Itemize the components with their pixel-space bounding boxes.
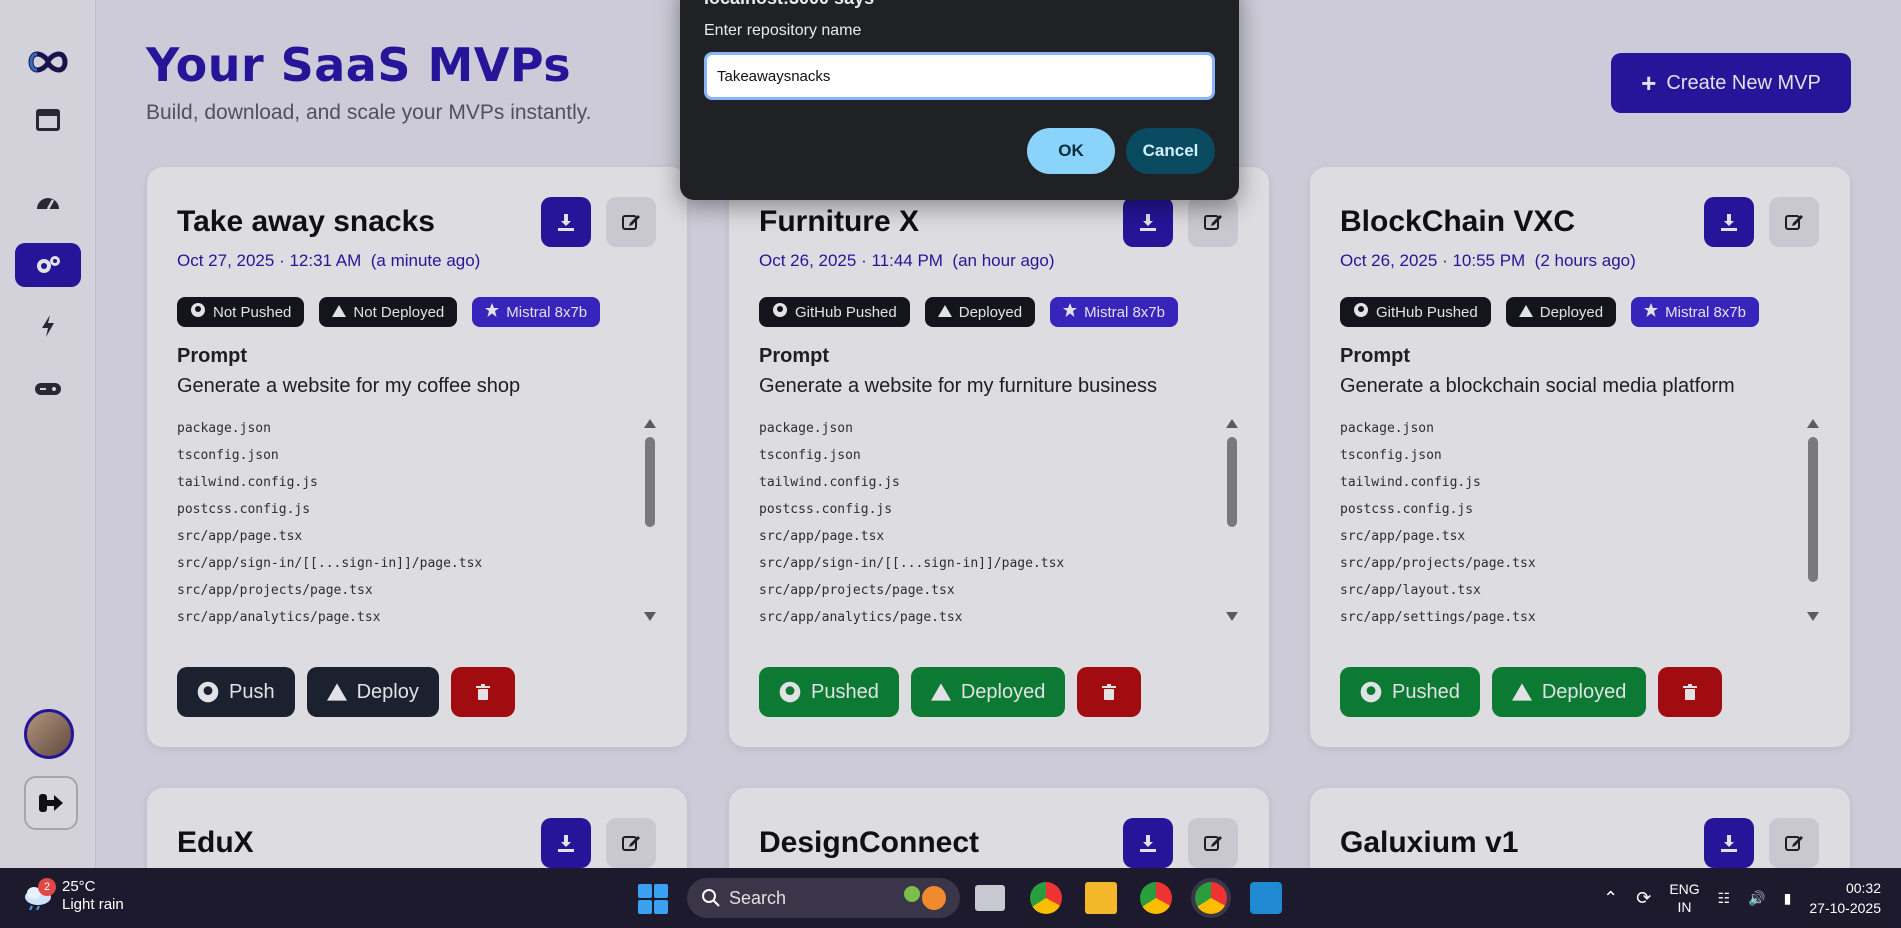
weather-badge: 2 xyxy=(38,878,56,896)
vscode-icon[interactable] xyxy=(1250,882,1282,914)
ok-button[interactable]: OK xyxy=(1027,128,1115,174)
chrome-profile-icon[interactable] xyxy=(1140,882,1172,914)
cancel-button[interactable]: Cancel xyxy=(1126,128,1215,174)
weather-widget[interactable]: 2 25°C Light rain xyxy=(22,878,124,914)
chevron-up-icon[interactable]: ⌃ xyxy=(1603,888,1618,909)
taskbar: 2 25°C Light rain Search ⌃ ⟳ ENG IN ☷ 🔊 … xyxy=(0,868,1901,928)
chrome-icon[interactable] xyxy=(1030,882,1062,914)
fruit-icon xyxy=(904,886,946,910)
file-explorer-icon[interactable] xyxy=(1085,882,1117,914)
sync-icon[interactable]: ⟳ xyxy=(1636,888,1651,909)
temperature: 25°C xyxy=(62,878,96,895)
clock-time[interactable]: 00:32 xyxy=(1809,878,1881,898)
task-view-icon[interactable] xyxy=(975,885,1005,911)
taskbar-search[interactable]: Search xyxy=(687,878,960,918)
region[interactable]: IN xyxy=(1669,898,1699,916)
language[interactable]: ENG xyxy=(1669,880,1699,898)
windows-start-icon[interactable] xyxy=(638,884,668,914)
battery-icon[interactable]: ▮ xyxy=(1784,890,1792,907)
clock-date[interactable]: 27-10-2025 xyxy=(1809,898,1881,918)
search-icon xyxy=(702,889,720,907)
repository-name-input[interactable] xyxy=(704,52,1215,100)
weather-condition: Light rain xyxy=(62,896,124,913)
dialog-label: Enter repository name xyxy=(704,22,862,39)
volume-icon[interactable]: 🔊 xyxy=(1748,890,1765,907)
dialog-origin: localhost:3000 says xyxy=(704,0,874,9)
wifi-icon[interactable]: ☷ xyxy=(1718,890,1731,907)
chrome-active-icon[interactable] xyxy=(1195,882,1227,914)
rain-cloud-icon: 2 xyxy=(22,878,56,911)
prompt-dialog: localhost:3000 says Enter repository nam… xyxy=(680,0,1239,200)
